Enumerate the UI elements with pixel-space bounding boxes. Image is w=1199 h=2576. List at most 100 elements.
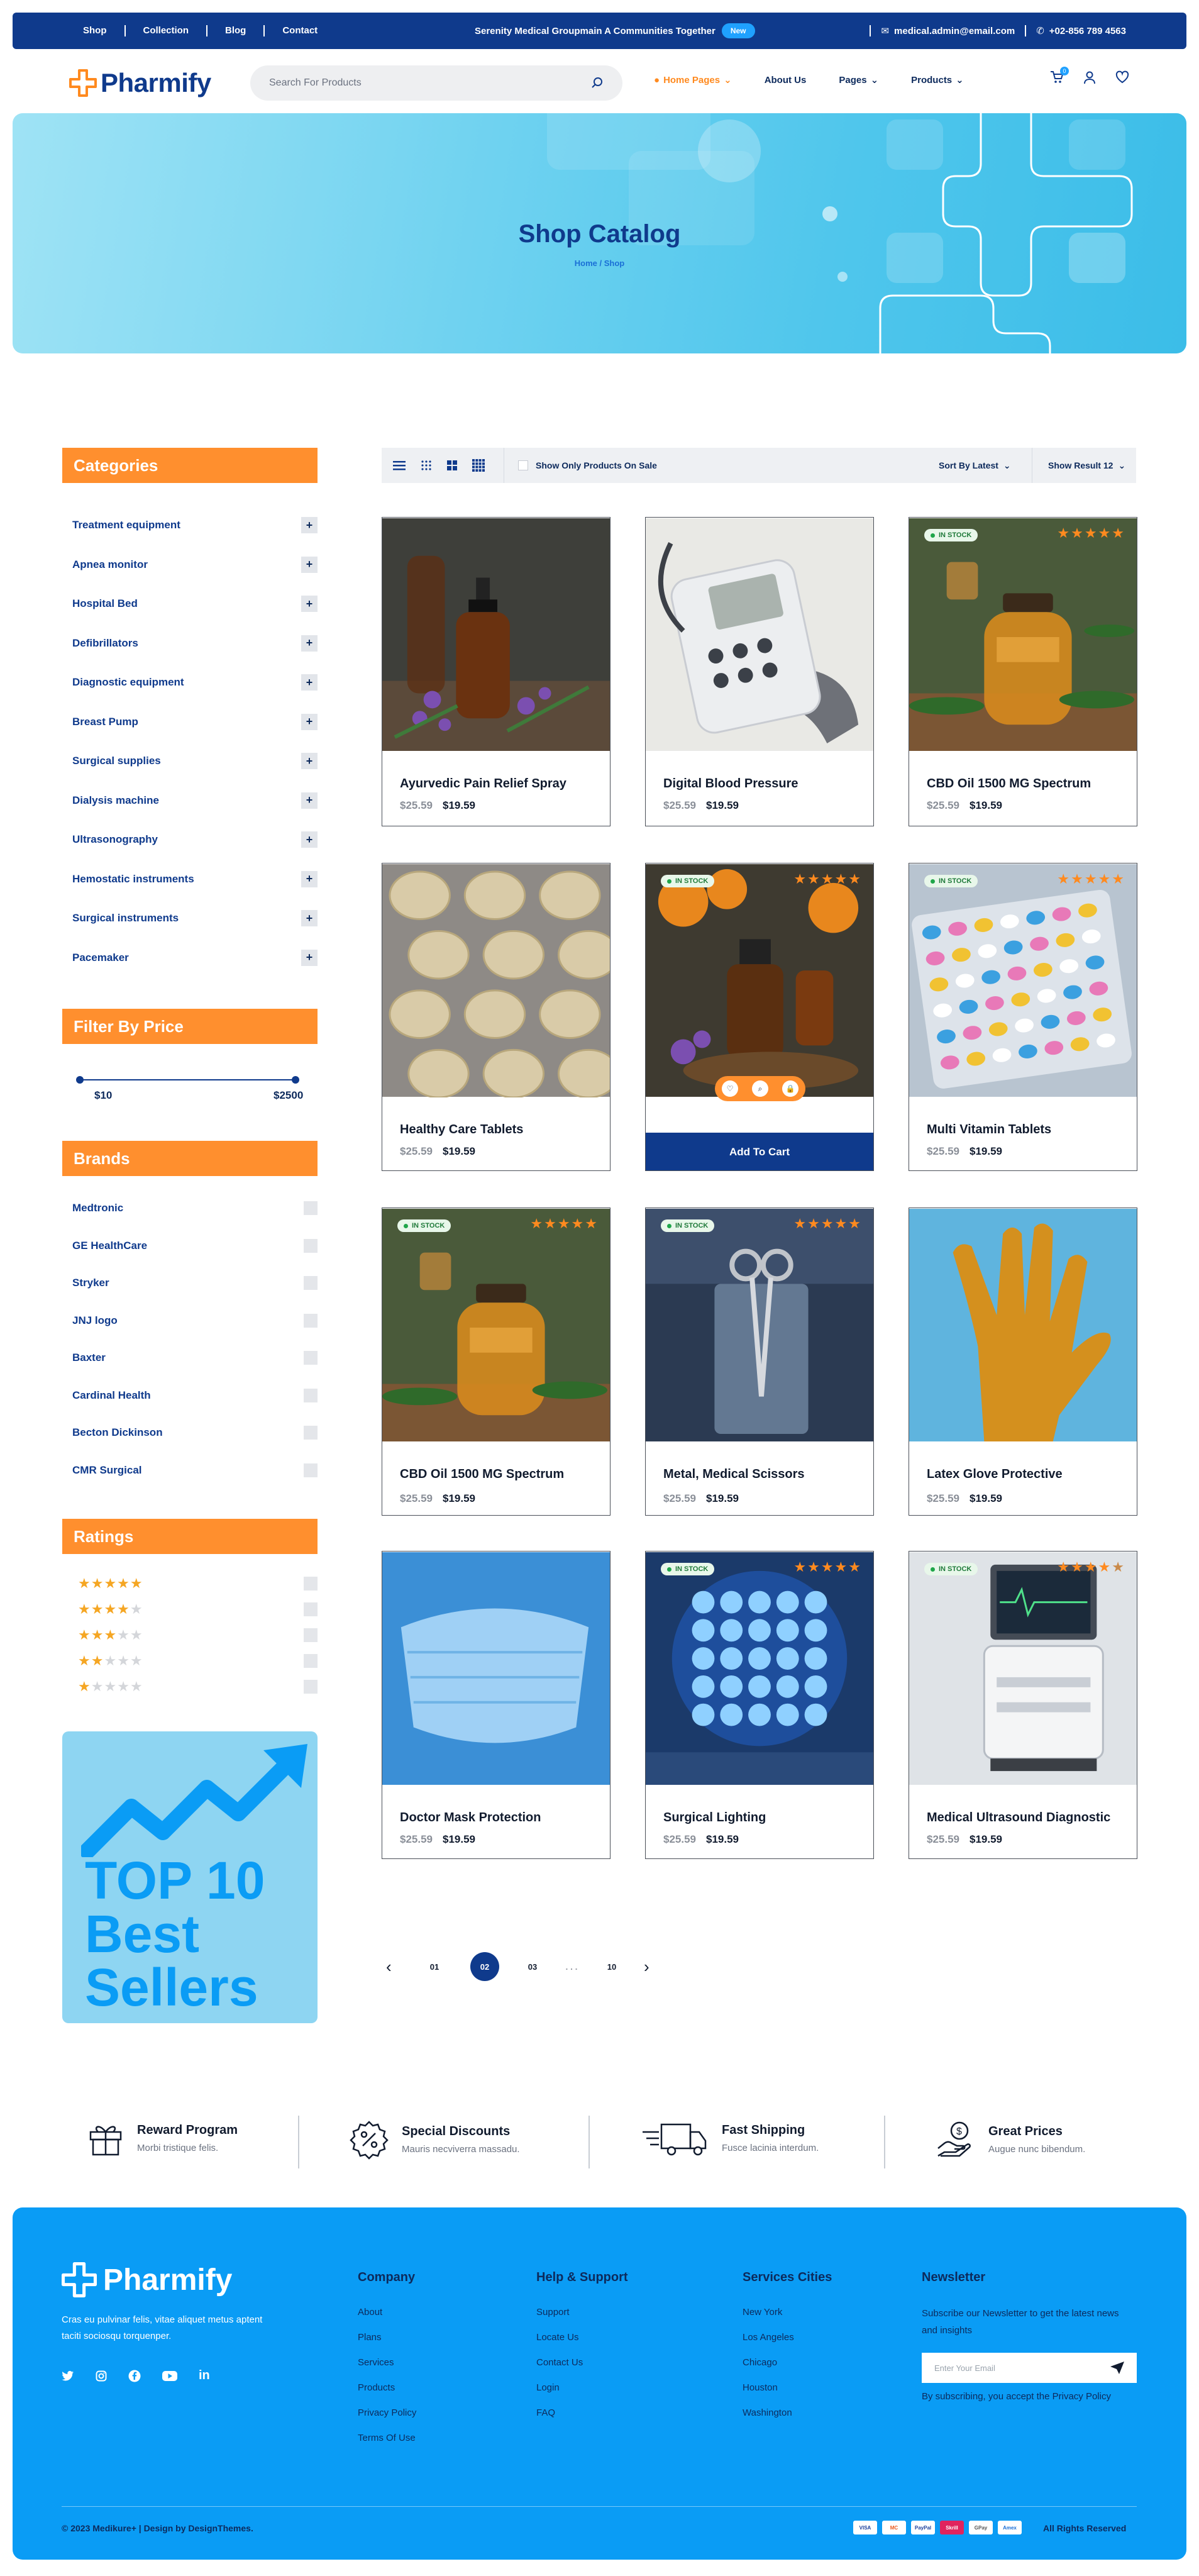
category-item[interactable]: Ultrasonography + [72, 830, 318, 849]
sort-dropdown[interactable]: Sort By Latest ⌄ [939, 460, 1011, 471]
rating-filter[interactable]: ★★★★★ [78, 1679, 318, 1695]
instagram-icon[interactable] [96, 2370, 107, 2382]
plus-icon[interactable]: + [301, 635, 318, 652]
plus-icon[interactable]: + [301, 596, 318, 612]
plus-icon[interactable]: + [301, 910, 318, 926]
product-card[interactable]: Doctor Mask Protection $25.59 $19.59 [382, 1551, 611, 1859]
search-icon[interactable] [591, 77, 604, 89]
search-icon[interactable]: ⌕ [752, 1080, 768, 1097]
category-item[interactable]: Breast Pump + [72, 713, 318, 731]
footer-link[interactable]: FAQ [536, 2407, 555, 2418]
category-item[interactable]: Defibrillators + [72, 634, 318, 653]
product-card[interactable]: IN STOCK ★★★★★ CBD Oil 1500 MG Spectrum $25… [909, 517, 1137, 826]
footer-link[interactable]: Houston [743, 2382, 778, 2393]
nav-pages[interactable]: Pages ⌄ [839, 74, 878, 86]
brand-item[interactable]: Becton Dickinson [72, 1424, 318, 1441]
footer-link[interactable]: Plans [358, 2332, 382, 2343]
brand-checkbox[interactable] [304, 1351, 318, 1365]
brand-checkbox[interactable] [304, 1426, 318, 1440]
rating-filter[interactable]: ★★★★★ [78, 1653, 318, 1669]
brand-checkbox[interactable] [304, 1313, 318, 1328]
sale-checkbox[interactable] [518, 460, 528, 470]
footer-link[interactable]: Washington [743, 2407, 792, 2418]
footer-link[interactable]: Terms Of Use [358, 2433, 416, 2443]
product-name[interactable]: CBD Oil 1500 MG Spectrum [927, 777, 1091, 791]
plus-icon[interactable]: + [301, 870, 318, 887]
cart-button[interactable]: 0 [1050, 67, 1069, 87]
product-name[interactable]: Medical Ultrasound Diagnostic [927, 1811, 1110, 1825]
plus-icon[interactable]: + [301, 674, 318, 691]
sale-filter[interactable]: Show Only Products On Sale [518, 460, 657, 470]
category-item[interactable]: Dialysis machine + [72, 791, 318, 810]
plus-icon[interactable]: + [301, 556, 318, 573]
youtube-icon[interactable] [162, 2370, 177, 2382]
rating-filter[interactable]: ★★★★★ [78, 1627, 318, 1643]
topbar-link-contact[interactable]: Contact [263, 25, 335, 36]
brand-checkbox[interactable] [304, 1388, 318, 1402]
next-page-icon[interactable]: › [644, 1957, 649, 1977]
page-number[interactable]: 01 [420, 1952, 449, 1981]
category-item[interactable]: Diagnostic equipment + [72, 673, 318, 692]
product-card[interactable]: IN STOCK ★★★★★ Surgical Lighting $25.59 $19.… [645, 1551, 874, 1859]
product-card[interactable]: IN STOCK ★★★★★ CBD Oil 1500 MG Spectrum $25… [382, 1208, 611, 1516]
product-name[interactable]: Multi Vitamin Tablets [927, 1123, 1051, 1137]
newsletter-email-input[interactable]: Enter Your Email [934, 2363, 995, 2373]
footer-link[interactable]: About [358, 2307, 382, 2318]
user-icon[interactable] [1083, 70, 1097, 84]
nav-products[interactable]: Products ⌄ [911, 74, 964, 86]
topbar-link-collection[interactable]: Collection [124, 25, 207, 36]
brand-item[interactable]: GE HealthCare [72, 1237, 318, 1255]
product-image[interactable] [382, 1208, 610, 1442]
product-card[interactable]: Digital Blood Pressure $25.59 $19.59 [645, 517, 874, 826]
footer-link[interactable]: Contact Us [536, 2357, 583, 2368]
product-name[interactable]: Ayurvedic Pain Relief Spray [400, 777, 566, 791]
category-item[interactable]: Pacemaker + [72, 948, 318, 967]
plus-icon[interactable]: + [301, 517, 318, 533]
price-min-handle[interactable] [76, 1076, 84, 1084]
footer-link[interactable]: Products [358, 2382, 395, 2393]
rating-checkbox[interactable] [304, 1680, 318, 1694]
brand-item[interactable]: Stryker [72, 1274, 318, 1292]
brand-item[interactable]: Baxter [72, 1349, 318, 1367]
newsletter-form[interactable]: Enter Your Email [922, 2353, 1137, 2383]
rating-checkbox[interactable] [304, 1628, 318, 1642]
lock-icon[interactable]: 🔒 [782, 1080, 798, 1097]
category-item[interactable]: Hemostatic instruments + [72, 870, 318, 889]
plus-icon[interactable]: + [301, 831, 318, 848]
facebook-icon[interactable] [128, 2370, 141, 2382]
footer-logo[interactable]: Pharmify [62, 2262, 232, 2297]
brand-logo[interactable]: Pharmify [69, 68, 211, 98]
heart-icon[interactable]: ♡ [722, 1080, 738, 1097]
footer-link[interactable]: Locate Us [536, 2332, 579, 2343]
category-item[interactable]: Surgical supplies + [72, 752, 318, 770]
plus-icon[interactable]: + [301, 753, 318, 769]
product-name[interactable]: Latex Glove Protective [927, 1467, 1063, 1482]
product-name[interactable]: Surgical Lighting [663, 1811, 766, 1825]
product-image[interactable] [646, 518, 873, 752]
prev-page-icon[interactable]: ‹ [386, 1957, 392, 1977]
footer-link[interactable]: Privacy Policy [358, 2407, 416, 2418]
footer-link[interactable]: Login [536, 2382, 560, 2393]
twitter-icon[interactable] [62, 2370, 74, 2382]
product-name[interactable]: Healthy Care Tablets [400, 1123, 523, 1137]
brand-item[interactable]: JNJ logo [72, 1312, 318, 1330]
product-image[interactable] [909, 863, 1137, 1097]
heart-icon[interactable] [1115, 70, 1129, 84]
rating-filter[interactable]: ★★★★★ [78, 1601, 318, 1618]
product-image[interactable] [382, 518, 610, 752]
product-image[interactable] [909, 1208, 1137, 1442]
list-view-icon[interactable] [393, 460, 406, 470]
grid-4-icon[interactable] [472, 459, 485, 472]
product-card[interactable]: IN STOCK ★★★★★ ♡ ⌕ 🔒 Add To Cart [645, 863, 874, 1171]
product-card[interactable]: IN STOCK ★★★★★ Medical Ultrasound Diagnost… [909, 1551, 1137, 1859]
product-card[interactable]: IN STOCK ★★★★★ Multi Vitamin Tablets $25.59… [909, 863, 1137, 1171]
plus-icon[interactable]: + [301, 949, 318, 966]
grid-small-icon[interactable] [421, 460, 432, 471]
product-card[interactable]: Ayurvedic Pain Relief Spray $25.59 $19.59 [382, 517, 611, 826]
category-item[interactable]: Hospital Bed + [72, 594, 318, 613]
topbar-email[interactable]: ✉ medical.admin@email.com [870, 25, 1025, 36]
search-bar[interactable]: Search For Products [250, 65, 622, 101]
brand-checkbox[interactable] [304, 1276, 318, 1290]
product-image[interactable] [909, 518, 1137, 752]
category-item[interactable]: Treatment equipment + [72, 516, 318, 535]
